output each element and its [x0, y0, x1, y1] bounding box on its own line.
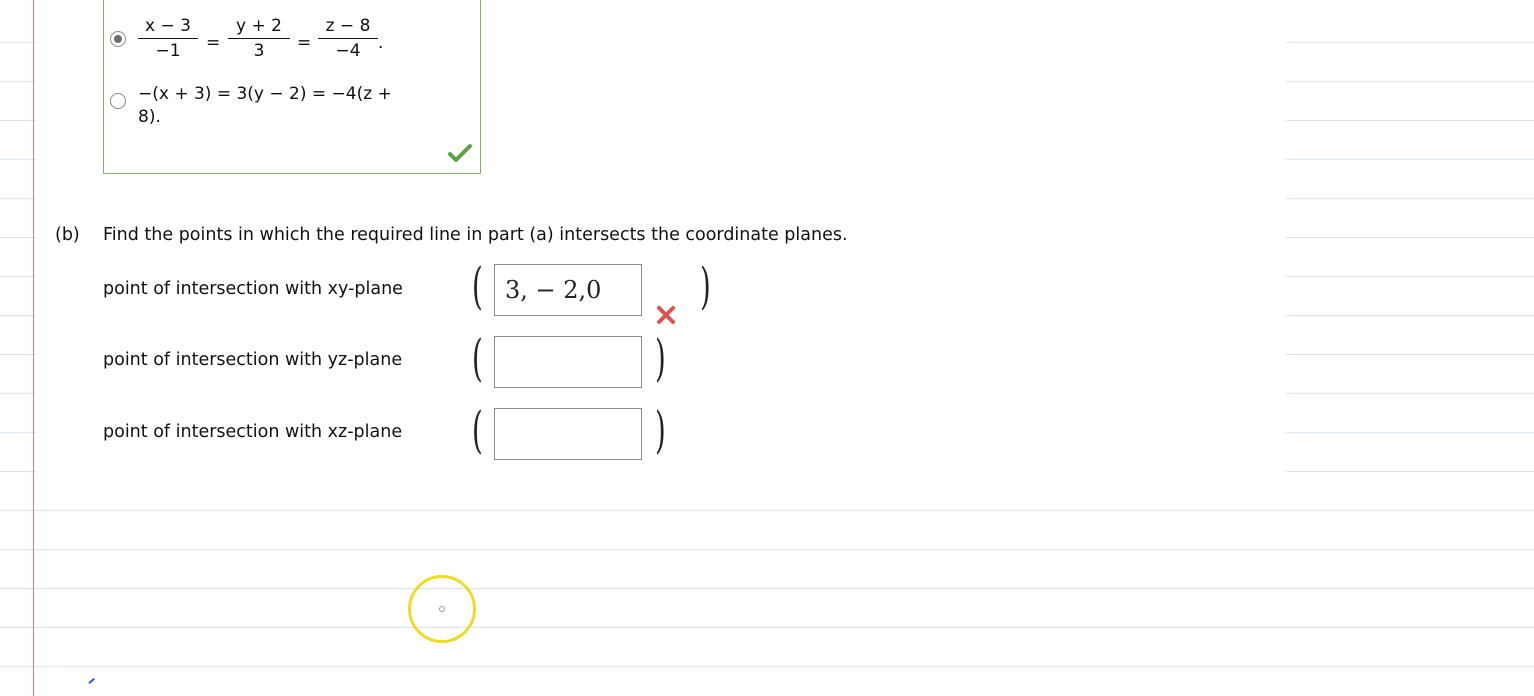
part-a-answer-box: x − 3 −1 = y + 2 3 = z − 8 −4 . −(x + 3)… [103, 0, 481, 174]
fraction-bar [138, 38, 198, 39]
fraction-bar [318, 38, 378, 39]
open-paren: ( [472, 257, 483, 315]
fraction-denominator: −4 [335, 41, 361, 61]
option-2-line-1: −(x + 3) = 3(y − 2) = −4(z + [138, 84, 392, 104]
close-paren: ) [655, 329, 666, 387]
option-2-line-2: 8). [138, 107, 161, 127]
xz-plane-input[interactable] [494, 408, 642, 460]
yz-plane-label: point of intersection with yz-plane [103, 350, 403, 370]
xz-plane-label: point of intersection with xz-plane [103, 422, 403, 442]
option-1-fraction-2: y + 2 3 [228, 15, 290, 62]
equals-sign: = [206, 33, 221, 53]
close-paren: ) [700, 257, 711, 315]
fraction-numerator: x − 3 [145, 16, 191, 36]
part-b-label: (b) [55, 225, 80, 245]
xy-plane-label: point of intersection with xy-plane [103, 279, 403, 299]
xy-plane-input[interactable]: 3, − 2,0 [494, 264, 642, 316]
option-1-fraction-1: x − 3 −1 [138, 15, 198, 62]
equals-sign: = [297, 33, 312, 53]
yz-plane-input[interactable] [494, 336, 642, 388]
margin-line [33, 0, 34, 696]
fraction-denominator: −1 [155, 41, 181, 61]
fraction-bar [228, 38, 290, 39]
fraction-numerator: y + 2 [236, 16, 282, 36]
period: . [378, 33, 384, 53]
option-1-radio[interactable] [110, 31, 126, 47]
close-paren: ) [655, 401, 666, 459]
option-2-radio[interactable] [110, 93, 126, 109]
cursor-dot [439, 606, 445, 612]
part-b-question: Find the points in which the required li… [103, 225, 848, 245]
option-1-fraction-3: z − 8 −4 [318, 15, 378, 62]
x-mark-icon [657, 306, 675, 324]
open-paren: ( [472, 401, 483, 459]
open-paren: ( [472, 329, 483, 387]
fraction-numerator: z − 8 [325, 16, 371, 36]
fraction-denominator: 3 [253, 41, 265, 61]
checkmark-icon [448, 144, 472, 162]
